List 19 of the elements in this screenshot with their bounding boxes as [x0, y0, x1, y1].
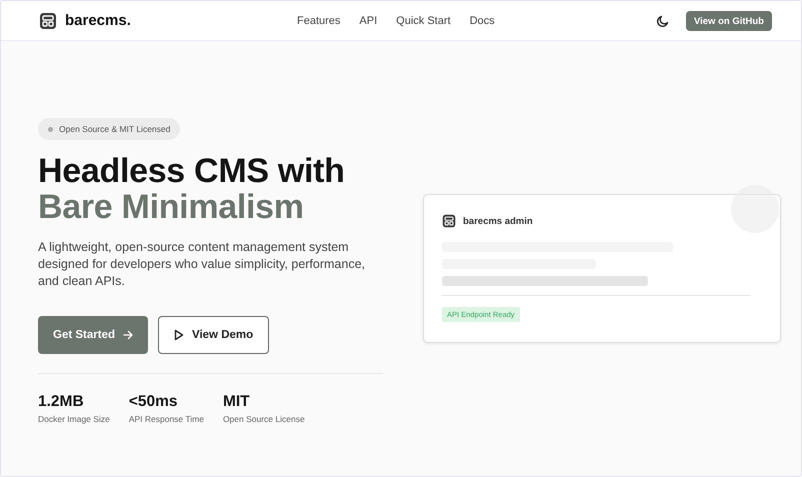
description: A lightweight, open-source content management system designed for developers who value simplicity, performance, and clean APIs.	[38, 239, 366, 290]
headline: Bare Minimalism	[38, 189, 305, 225]
nav-link[interactable]: Quick Start	[396, 14, 451, 26]
card-title: barecms admin	[463, 216, 533, 226]
get-started-button[interactable]: Get Started	[38, 316, 148, 354]
stat-label: API Response Time	[128, 414, 204, 424]
nav-link[interactable]: Docs	[470, 14, 495, 26]
nav-link[interactable]: API	[359, 14, 378, 26]
github-button[interactable]: View on GitHub	[686, 10, 772, 30]
headline: Headless CMS with	[38, 153, 346, 189]
view-demo-button[interactable]: View Demo	[158, 316, 270, 354]
stat-value: <50ms	[128, 393, 179, 411]
stat-label: Docker Image Size	[38, 414, 110, 424]
nav-link[interactable]: Features	[297, 14, 340, 26]
stat-value: MIT	[222, 393, 251, 411]
license-badge: Open Source & MIT Licensed	[38, 118, 180, 140]
stat-label: Open Source License	[222, 414, 305, 424]
brand-name[interactable]: barecms.	[65, 12, 131, 29]
stat-value: 1.2MB	[38, 393, 85, 411]
